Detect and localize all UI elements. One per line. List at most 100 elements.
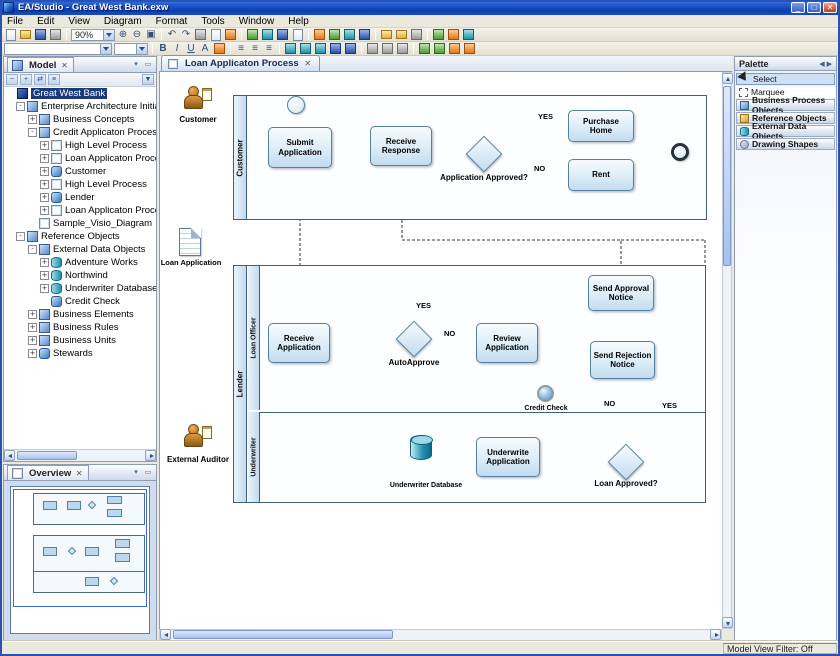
task-send-approval-notice[interactable]: Send Approval Notice: [588, 275, 654, 311]
minimize-panel-icon[interactable]: ▭: [143, 60, 153, 70]
tree-item-enterprise-architecture-initiative[interactable]: - Enterprise Architecture Initiative: [4, 100, 156, 113]
link-editor-icon[interactable]: ⇄: [34, 74, 46, 85]
minimize-icon[interactable]: _: [791, 2, 805, 13]
align-right-icon[interactable]: ≡: [262, 42, 276, 55]
menu-file[interactable]: File: [0, 15, 30, 28]
refresh-icon[interactable]: [409, 28, 424, 41]
chevron-down-icon[interactable]: [103, 30, 114, 40]
editor-horizontal-scrollbar[interactable]: [159, 629, 722, 641]
tree-item-underwriter-database[interactable]: + Underwriter Database: [4, 282, 156, 295]
scroll-down-icon[interactable]: [722, 617, 733, 628]
tab-loan-applicaton-process[interactable]: Loan Applicaton Process ✕: [161, 55, 320, 71]
palette-left-arrow-icon[interactable]: ◀: [819, 60, 824, 68]
zoom-out-icon[interactable]: ⊖: [130, 28, 144, 41]
tree-item-business-rules[interactable]: + Business Rules: [4, 321, 156, 334]
grid-icon[interactable]: [260, 28, 275, 41]
tree-item-high-level-process-2[interactable]: + High Level Process: [4, 178, 156, 191]
tree-item-business-concepts[interactable]: + Business Concepts: [4, 113, 156, 126]
mini-viewport[interactable]: [13, 489, 147, 607]
expander-icon[interactable]: +: [40, 258, 49, 267]
task-underwrite-application[interactable]: Underwrite Application: [476, 437, 540, 477]
menu-diagram[interactable]: Diagram: [97, 15, 149, 28]
font-color-icon[interactable]: A: [198, 42, 212, 55]
tree-item-credit-applicaton-process[interactable]: - Credit Applicaton Process: [4, 126, 156, 139]
tree-item-loan-applicaton-process-1[interactable]: + Loan Applicaton Process: [4, 152, 156, 165]
expander-icon[interactable]: +: [28, 115, 37, 124]
group-icon[interactable]: [447, 42, 462, 55]
task-receive-response[interactable]: Receive Response: [370, 126, 432, 166]
customer-actor-icon[interactable]: [182, 86, 212, 114]
align-middle-icon[interactable]: [298, 42, 313, 55]
start-event[interactable]: [287, 96, 305, 114]
palette-item-select[interactable]: Select: [736, 73, 835, 85]
chevron-down-icon[interactable]: [100, 44, 111, 54]
sort-icon[interactable]: ≡: [48, 74, 60, 85]
maximize-icon[interactable]: □: [807, 2, 821, 13]
task-purchase-home[interactable]: Purchase Home: [568, 110, 634, 142]
properties-icon[interactable]: [342, 28, 357, 41]
expander-icon[interactable]: +: [28, 349, 37, 358]
menu-help[interactable]: Help: [281, 15, 316, 28]
align-center-icon[interactable]: ≡: [248, 42, 262, 55]
same-height-icon[interactable]: [380, 42, 395, 55]
task-rent[interactable]: Rent: [568, 159, 634, 191]
compare-icon[interactable]: [446, 28, 461, 41]
expander-icon[interactable]: +: [40, 206, 49, 215]
credit-check-icon[interactable]: [537, 385, 554, 402]
expander-icon[interactable]: +: [28, 336, 37, 345]
tree-item-external-data-objects[interactable]: - External Data Objects: [4, 243, 156, 256]
expander-icon[interactable]: -: [28, 245, 37, 254]
palette-drawer-business-process-objects[interactable]: Business Process Objects: [736, 99, 835, 111]
same-size-icon[interactable]: [395, 42, 410, 55]
zoom-combobox[interactable]: 90%: [71, 29, 115, 41]
close-icon[interactable]: ✕: [59, 61, 69, 70]
tree-item-business-elements[interactable]: + Business Elements: [4, 308, 156, 321]
tree-item-credit-check[interactable]: Credit Check: [4, 295, 156, 308]
expander-icon[interactable]: -: [16, 102, 25, 111]
save-icon[interactable]: [33, 28, 48, 41]
expander-icon[interactable]: +: [40, 193, 49, 202]
underwriter-database-icon[interactable]: [410, 435, 432, 460]
palette-right-arrow-icon[interactable]: ▶: [827, 60, 832, 68]
bring-to-front-icon[interactable]: [417, 42, 432, 55]
distribute-vertical-icon[interactable]: [343, 42, 358, 55]
overview-thumbnail[interactable]: [10, 486, 150, 634]
ungroup-icon[interactable]: [462, 42, 477, 55]
minimize-panel-icon[interactable]: ▭: [143, 468, 153, 478]
options-icon[interactable]: [461, 28, 476, 41]
diagram-canvas[interactable]: Customer Lender Loan Officer Underwriter…: [159, 72, 722, 629]
check-model-icon[interactable]: [245, 28, 260, 41]
new-icon[interactable]: [3, 28, 18, 41]
align-left-icon[interactable]: ≡: [234, 42, 248, 55]
expander-icon[interactable]: +: [28, 323, 37, 332]
scroll-right-icon[interactable]: [710, 629, 721, 640]
zoom-in-icon[interactable]: ⊕: [116, 28, 130, 41]
expander-icon[interactable]: +: [28, 310, 37, 319]
tree-item-stewards[interactable]: + Stewards: [4, 347, 156, 360]
scrollbar-thumb[interactable]: [173, 630, 393, 639]
tree-item-reference-objects[interactable]: - Reference Objects: [4, 230, 156, 243]
italic-icon[interactable]: I: [170, 42, 184, 55]
same-width-icon[interactable]: [365, 42, 380, 55]
zoom-fit-icon[interactable]: ▣: [144, 28, 158, 41]
editor-vertical-scrollbar[interactable]: [722, 72, 732, 629]
copy-icon[interactable]: [208, 28, 223, 41]
underline-icon[interactable]: U: [184, 42, 198, 55]
tree-item-lender[interactable]: + Lender: [4, 191, 156, 204]
link-icon[interactable]: [312, 28, 327, 41]
overview-tab[interactable]: Overview ✕: [7, 465, 89, 480]
validate-icon[interactable]: [327, 28, 342, 41]
open-icon[interactable]: [18, 28, 33, 41]
chevron-down-icon[interactable]: [136, 44, 147, 54]
font-family-combobox[interactable]: [4, 43, 112, 55]
scrollbar-thumb[interactable]: [723, 86, 731, 266]
menu-edit[interactable]: Edit: [30, 15, 61, 28]
find-icon[interactable]: [357, 28, 372, 41]
redo-icon[interactable]: ↷: [179, 28, 193, 41]
run-icon[interactable]: [431, 28, 446, 41]
tree-item-northwind[interactable]: + Northwind: [4, 269, 156, 282]
tree-item-customer[interactable]: + Customer: [4, 165, 156, 178]
paste-icon[interactable]: [223, 28, 238, 41]
tree-item-business-units[interactable]: + Business Units: [4, 334, 156, 347]
send-to-back-icon[interactable]: [432, 42, 447, 55]
